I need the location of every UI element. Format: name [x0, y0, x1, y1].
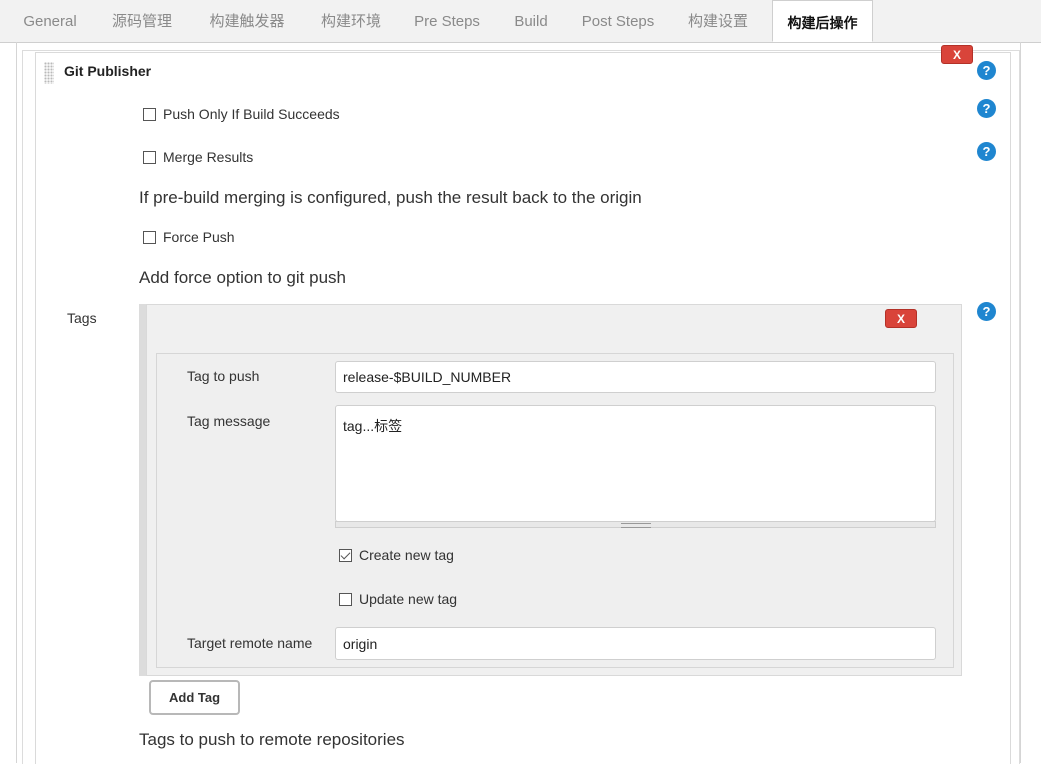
help-icon[interactable]: ? [977, 61, 996, 80]
textarea-resize-handle[interactable] [335, 521, 936, 528]
target-remote-name-label: Target remote name [187, 635, 313, 651]
create-new-tag-row: Create new tag [339, 547, 454, 563]
drag-handle-icon[interactable] [44, 62, 54, 84]
update-new-tag-label: Update new tag [359, 591, 458, 607]
update-new-tag-row: Update new tag [339, 591, 457, 607]
tag-message-textarea[interactable]: tag...标签 [335, 405, 936, 522]
delete-tag-button[interactable]: X [885, 309, 917, 328]
merge-results-checkbox[interactable] [143, 151, 156, 164]
force-push-label: Force Push [163, 229, 235, 245]
container-edge-left [16, 42, 17, 763]
tab-general[interactable]: General [14, 0, 86, 42]
container-edge-right [1020, 42, 1021, 763]
help-icon[interactable]: ? [977, 142, 996, 161]
tab-build-environment[interactable]: 构建环境 [310, 0, 392, 42]
help-icon[interactable]: ? [977, 302, 996, 321]
tag-to-push-label: Tag to push [187, 368, 260, 384]
update-new-tag-checkbox[interactable] [339, 593, 352, 606]
create-new-tag-checkbox[interactable] [339, 549, 352, 562]
push-only-if-success-row: Push Only If Build Succeeds [143, 106, 340, 122]
create-new-tag-label: Create new tag [359, 547, 454, 563]
tags-description: Tags to push to remote repositories [139, 730, 405, 749]
tags-repeatable-handle[interactable] [139, 304, 146, 676]
force-push-row: Force Push [143, 229, 235, 245]
target-remote-name-input[interactable] [335, 627, 936, 660]
tab-build-settings[interactable]: 构建设置 [676, 0, 760, 42]
add-tag-button[interactable]: Add Tag [149, 680, 240, 715]
config-tab-bar: General 源码管理 构建触发器 构建环境 Pre Steps Build … [0, 0, 1041, 43]
push-only-if-success-label: Push Only If Build Succeeds [163, 106, 340, 122]
force-push-description: Add force option to git push [139, 268, 346, 287]
tab-build[interactable]: Build [502, 0, 560, 42]
tab-source-code-management[interactable]: 源码管理 [100, 0, 184, 42]
tab-post-steps[interactable]: Post Steps [574, 0, 662, 42]
section-title: Git Publisher [64, 63, 152, 79]
tags-label: Tags [67, 310, 97, 326]
tab-pre-steps[interactable]: Pre Steps [406, 0, 488, 42]
force-push-checkbox[interactable] [143, 231, 156, 244]
push-only-if-success-checkbox[interactable] [143, 108, 156, 121]
tab-post-build-actions[interactable]: 构建后操作 [772, 0, 873, 42]
tab-build-triggers[interactable]: 构建触发器 [198, 0, 296, 42]
tag-message-label: Tag message [187, 413, 271, 429]
delete-publisher-button[interactable]: X [941, 45, 973, 64]
merge-results-description: If pre-build merging is configured, push… [139, 188, 642, 207]
merge-results-row: Merge Results [143, 149, 253, 165]
tag-to-push-input[interactable] [335, 361, 936, 393]
merge-results-label: Merge Results [163, 149, 254, 165]
help-icon[interactable]: ? [977, 99, 996, 118]
